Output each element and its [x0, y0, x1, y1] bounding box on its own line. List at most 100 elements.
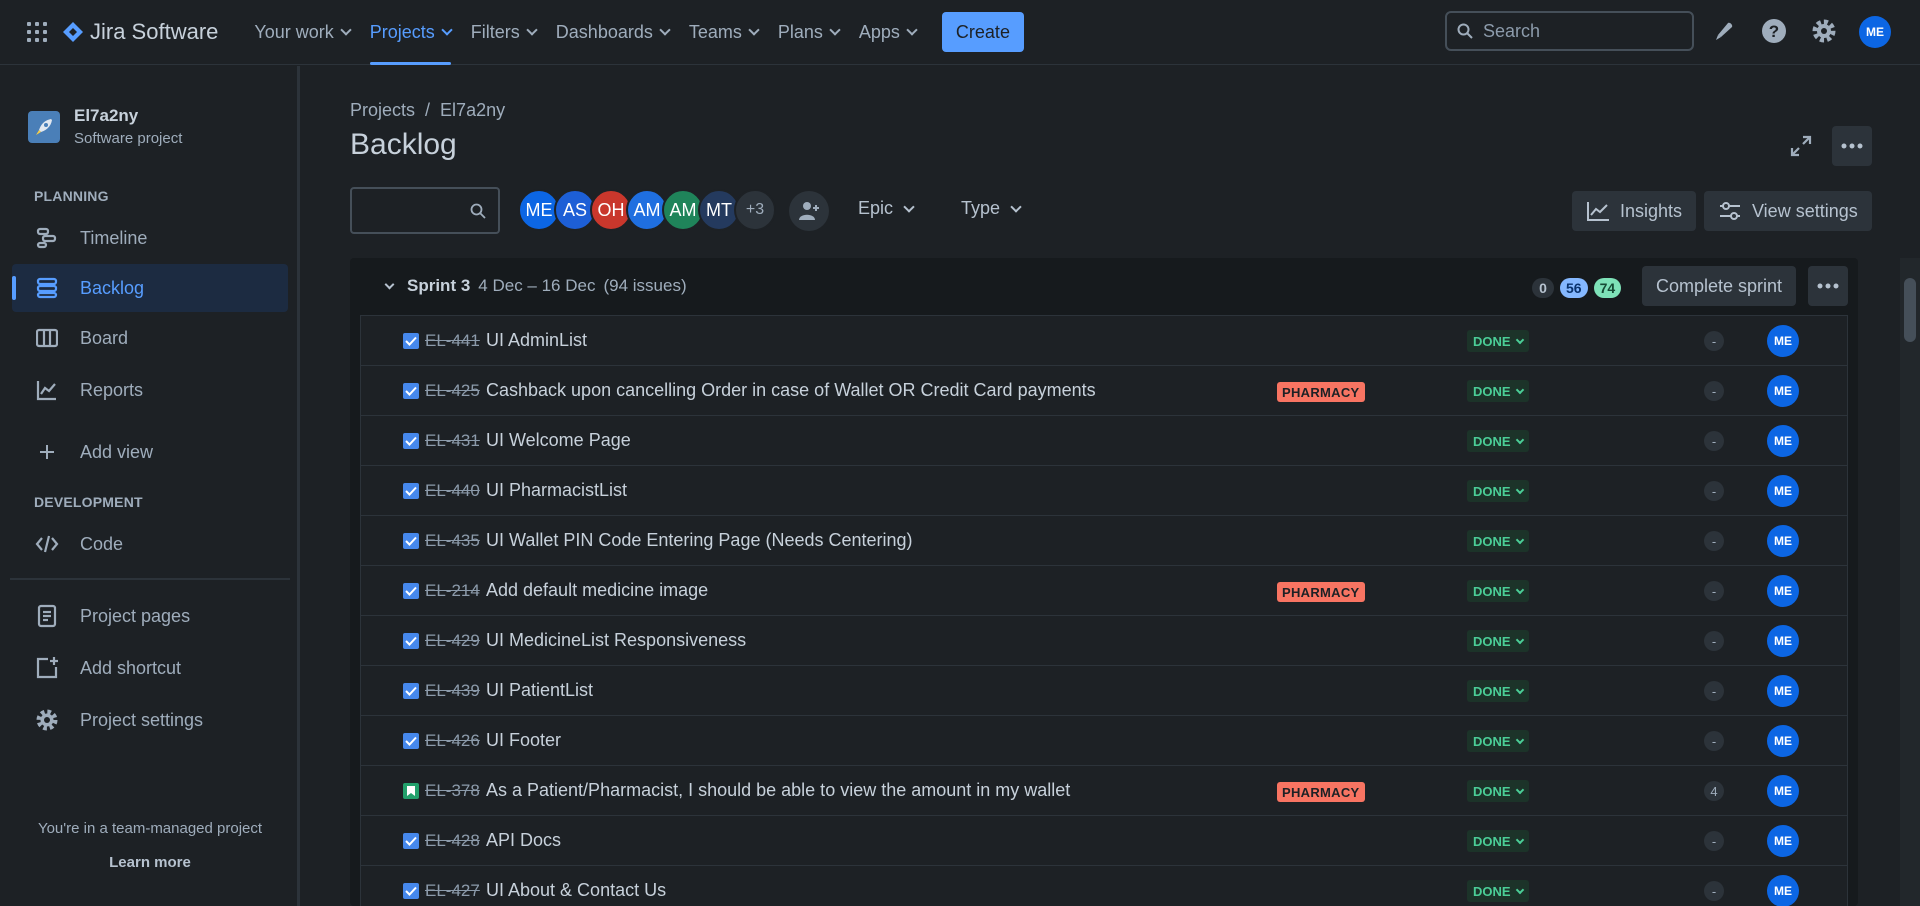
sidebar-item-project-settings[interactable]: Project settings: [12, 696, 288, 744]
status-dropdown[interactable]: DONE: [1467, 780, 1529, 802]
sidebar-item-reports[interactable]: Reports: [12, 366, 288, 414]
issue-row[interactable]: EL-214 Add default medicine image PHARMACY…: [361, 566, 1847, 616]
issue-summary[interactable]: API Docs: [486, 830, 561, 851]
nav-plans[interactable]: Plans: [768, 0, 849, 65]
issue-row[interactable]: EL-426 UI Footer DONE - ME: [361, 716, 1847, 766]
scrollbar-thumb[interactable]: [1904, 278, 1916, 342]
search-input[interactable]: Search: [1445, 11, 1694, 51]
assignee-avatar[interactable]: ME: [1767, 725, 1799, 757]
story-points-badge[interactable]: -: [1704, 631, 1724, 651]
complete-sprint-button[interactable]: Complete sprint: [1642, 266, 1797, 306]
type-filter-dropdown[interactable]: Type: [961, 198, 1022, 219]
issue-summary[interactable]: Cashback upon cancelling Order in case o…: [486, 380, 1096, 401]
assignee-avatar[interactable]: ME: [1767, 875, 1799, 906]
issue-row[interactable]: EL-428 API Docs DONE - ME: [361, 816, 1847, 866]
status-dropdown[interactable]: DONE: [1467, 380, 1529, 402]
settings-gear-icon[interactable]: [1808, 15, 1840, 47]
issue-row[interactable]: EL-429 UI MedicineList Responsiveness DONE…: [361, 616, 1847, 666]
status-dropdown[interactable]: DONE: [1467, 630, 1529, 652]
status-dropdown[interactable]: DONE: [1467, 880, 1529, 902]
assignee-avatar[interactable]: ME: [1767, 475, 1799, 507]
insights-button[interactable]: Insights: [1572, 191, 1697, 231]
status-dropdown[interactable]: DONE: [1467, 830, 1529, 852]
issue-row[interactable]: EL-435 UI Wallet PIN Code Entering Page (…: [361, 516, 1847, 566]
assignee-avatar[interactable]: ME: [1767, 625, 1799, 657]
issue-row[interactable]: EL-425 Cashback upon cancelling Order in …: [361, 366, 1847, 416]
status-dropdown[interactable]: DONE: [1467, 730, 1529, 752]
issue-summary[interactable]: UI Footer: [486, 730, 561, 751]
assignee-avatar[interactable]: ME: [1767, 325, 1799, 357]
issue-row[interactable]: EL-431 UI Welcome Page DONE - ME: [361, 416, 1847, 466]
story-points-badge[interactable]: -: [1704, 381, 1724, 401]
story-points-badge[interactable]: -: [1704, 331, 1724, 351]
nav-filters[interactable]: Filters: [461, 0, 546, 65]
issue-key[interactable]: EL-214: [425, 581, 480, 601]
user-avatar[interactable]: ME: [1859, 16, 1891, 48]
help-icon[interactable]: ?: [1758, 15, 1790, 47]
breadcrumb-project[interactable]: El7a2ny: [440, 100, 505, 121]
sidebar-item-add-shortcut[interactable]: Add shortcut: [12, 644, 288, 692]
story-points-badge[interactable]: -: [1704, 481, 1724, 501]
assignee-avatar[interactable]: ME: [1767, 675, 1799, 707]
issue-key[interactable]: EL-426: [425, 731, 480, 751]
issue-key[interactable]: EL-378: [425, 781, 480, 801]
story-points-badge[interactable]: -: [1704, 681, 1724, 701]
issue-summary[interactable]: UI AdminList: [486, 330, 587, 351]
issue-summary[interactable]: UI PharmacistList: [486, 480, 627, 501]
story-points-badge[interactable]: -: [1704, 731, 1724, 751]
issue-key[interactable]: EL-435: [425, 531, 480, 551]
nav-teams[interactable]: Teams: [679, 0, 768, 65]
status-dropdown[interactable]: DONE: [1467, 680, 1529, 702]
learn-more-link[interactable]: Learn more: [0, 854, 300, 871]
issue-row[interactable]: EL-439 UI PatientList DONE - ME: [361, 666, 1847, 716]
epic-filter-dropdown[interactable]: Epic: [858, 198, 915, 219]
scrollbar[interactable]: [1900, 258, 1920, 906]
add-person-icon[interactable]: [789, 191, 829, 231]
issue-key[interactable]: EL-440: [425, 481, 480, 501]
breadcrumb-projects[interactable]: Projects: [350, 100, 415, 121]
assignee-avatar[interactable]: ME: [1767, 525, 1799, 557]
sidebar-item-backlog[interactable]: Backlog: [12, 264, 288, 312]
issue-key[interactable]: EL-441: [425, 331, 480, 351]
sidebar-item-board[interactable]: Board: [12, 314, 288, 362]
status-dropdown[interactable]: DONE: [1467, 530, 1529, 552]
issue-summary[interactable]: As a Patient/Pharmacist, I should be abl…: [486, 780, 1070, 801]
story-points-badge[interactable]: -: [1704, 831, 1724, 851]
more-assignees-button[interactable]: +3: [734, 189, 776, 231]
issue-summary[interactable]: Add default medicine image: [486, 580, 708, 601]
story-points-badge[interactable]: -: [1704, 431, 1724, 451]
status-dropdown[interactable]: DONE: [1467, 330, 1529, 352]
more-actions-button[interactable]: [1832, 126, 1872, 166]
issue-row[interactable]: EL-427 UI About & Contact Us DONE - ME: [361, 866, 1847, 906]
view-settings-button[interactable]: View settings: [1704, 191, 1872, 231]
issue-summary[interactable]: UI About & Contact Us: [486, 880, 666, 901]
sidebar-item-timeline[interactable]: Timeline: [12, 214, 288, 262]
sidebar-item-code[interactable]: Code: [12, 520, 288, 568]
nav-your-work[interactable]: Your work: [244, 0, 359, 65]
assignee-avatar[interactable]: ME: [1767, 825, 1799, 857]
issue-summary[interactable]: UI Wallet PIN Code Entering Page (Needs …: [486, 530, 913, 551]
issue-key[interactable]: EL-425: [425, 381, 480, 401]
add-view-button[interactable]: Add view: [12, 428, 288, 476]
status-dropdown[interactable]: DONE: [1467, 480, 1529, 502]
nav-apps[interactable]: Apps: [849, 0, 926, 65]
issue-key[interactable]: EL-429: [425, 631, 480, 651]
issue-summary[interactable]: UI PatientList: [486, 680, 593, 701]
issue-key[interactable]: EL-439: [425, 681, 480, 701]
story-points-badge[interactable]: -: [1704, 531, 1724, 551]
issue-summary[interactable]: UI MedicineList Responsiveness: [486, 630, 746, 651]
sprint-header[interactable]: Sprint 3 4 Dec – 16 Dec (94 issues): [382, 276, 687, 296]
story-points-badge[interactable]: -: [1704, 581, 1724, 601]
issue-row[interactable]: EL-441 UI AdminList DONE - ME: [361, 316, 1847, 366]
sprint-more-button[interactable]: [1808, 266, 1848, 306]
expand-icon[interactable]: [1783, 128, 1819, 164]
issue-summary[interactable]: UI Welcome Page: [486, 430, 631, 451]
assignee-avatar[interactable]: ME: [1767, 425, 1799, 457]
sidebar-item-project-pages[interactable]: Project pages: [12, 592, 288, 640]
issue-key[interactable]: EL-428: [425, 831, 480, 851]
app-switcher-icon[interactable]: [18, 13, 56, 51]
assignee-avatar[interactable]: ME: [1767, 775, 1799, 807]
status-dropdown[interactable]: DONE: [1467, 580, 1529, 602]
story-points-badge[interactable]: 4: [1704, 781, 1724, 801]
create-button[interactable]: Create: [941, 12, 1024, 52]
